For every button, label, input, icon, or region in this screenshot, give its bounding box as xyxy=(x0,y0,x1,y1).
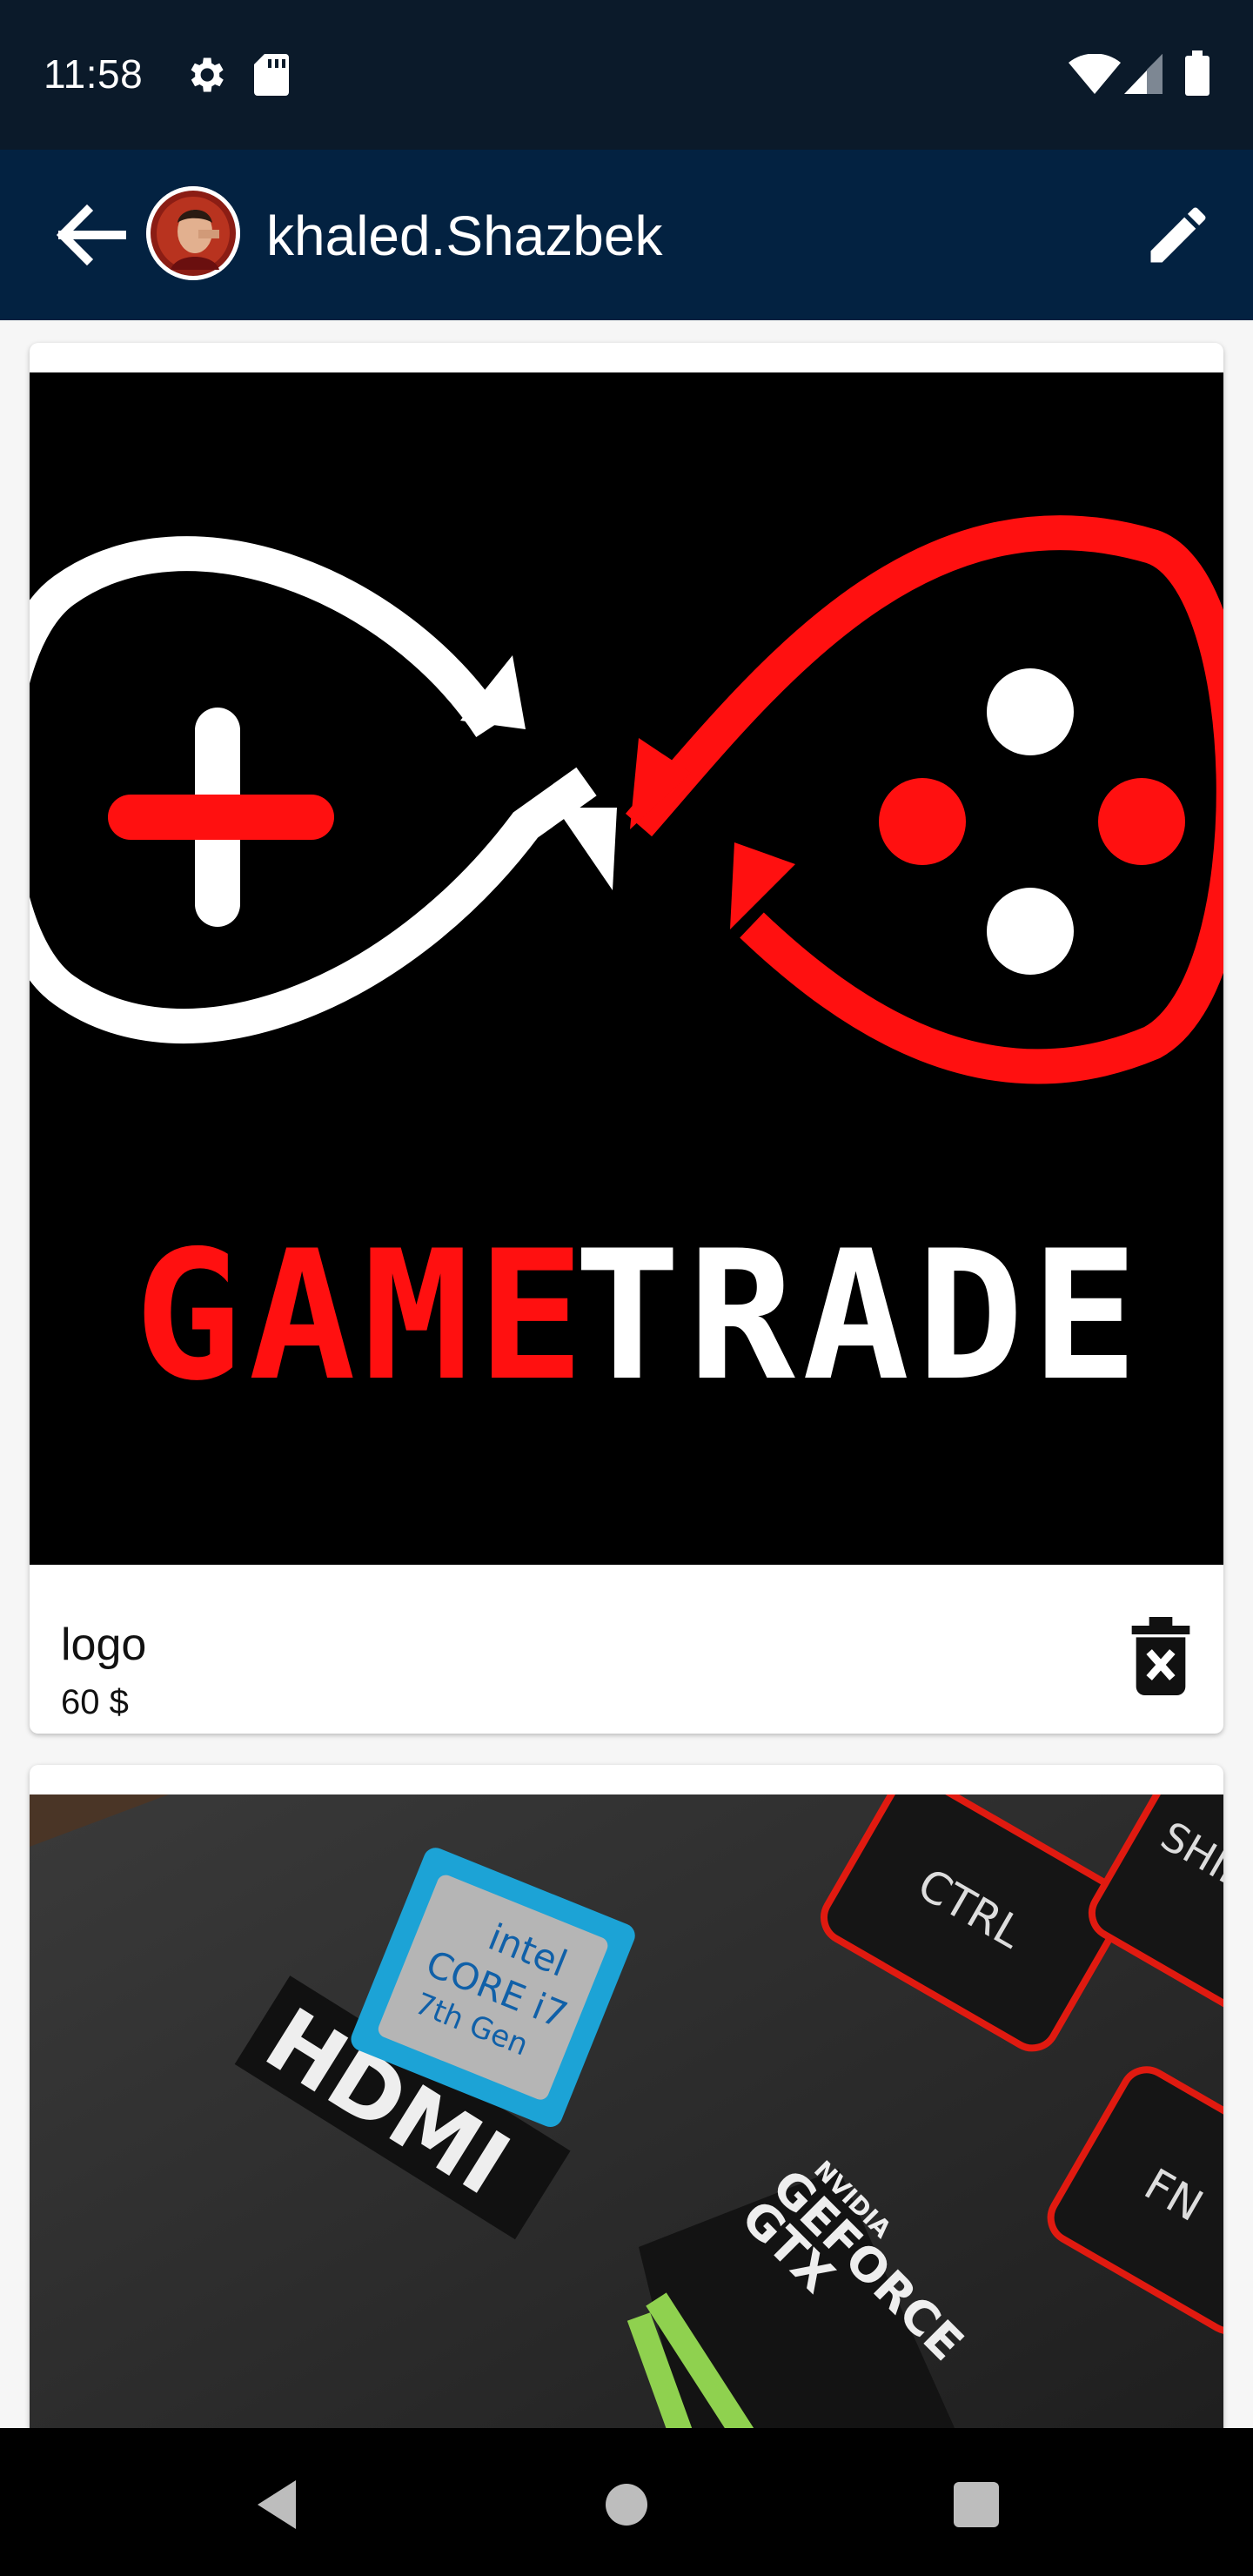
item-image[interactable]: GAME TRADE xyxy=(30,372,1223,1565)
nav-home-button[interactable] xyxy=(592,2470,661,2539)
home-circle-icon xyxy=(606,2484,647,2526)
wifi-icon xyxy=(1069,54,1121,94)
item-price: 60 $ xyxy=(61,1683,129,1721)
back-triangle-icon xyxy=(258,2480,296,2529)
arrow-back-icon xyxy=(56,204,126,266)
avatar-photo xyxy=(146,186,240,280)
logo-text-game: GAME xyxy=(134,1213,592,1420)
page-title: khaled.Shazbek xyxy=(266,205,663,267)
game-trade-logo: GAME TRADE xyxy=(30,372,1223,1565)
app-toolbar: khaled.Shazbek xyxy=(0,150,1253,320)
item-card[interactable]: GAME TRADE logo 60 $ xyxy=(30,343,1223,1734)
recents-square-icon xyxy=(954,2482,999,2527)
system-nav-bar xyxy=(0,2428,1253,2576)
nav-recents-button[interactable] xyxy=(940,2470,1009,2539)
sd-card-icon xyxy=(254,54,289,96)
item-title: logo xyxy=(61,1620,147,1670)
signal-icon xyxy=(1124,54,1163,94)
edit-button[interactable] xyxy=(1142,198,1215,272)
avatar[interactable] xyxy=(146,186,240,280)
logo-text-trade: TRADE xyxy=(573,1213,1145,1420)
item-list[interactable]: GAME TRADE logo 60 $ HDMI intel CORE i7 … xyxy=(0,320,1253,2428)
gear-icon xyxy=(191,57,224,92)
laptop-keyboard-photo: HDMI intel CORE i7 7th Gen NVIDIA GEFORC… xyxy=(30,1765,1223,2428)
item-card[interactable]: HDMI intel CORE i7 7th Gen NVIDIA GEFORC… xyxy=(30,1765,1223,2428)
delete-button[interactable] xyxy=(1126,1617,1196,1695)
status-time: 11:58 xyxy=(44,51,144,97)
pencil-icon xyxy=(1150,207,1206,263)
delete-forever-icon xyxy=(1131,1617,1190,1695)
status-bar: 11:58 xyxy=(0,0,1253,150)
battery-icon xyxy=(1185,50,1209,96)
nav-back-button[interactable] xyxy=(244,2470,313,2539)
item-image[interactable]: HDMI intel CORE i7 7th Gen NVIDIA GEFORC… xyxy=(30,1765,1223,2428)
back-button[interactable] xyxy=(52,204,129,266)
